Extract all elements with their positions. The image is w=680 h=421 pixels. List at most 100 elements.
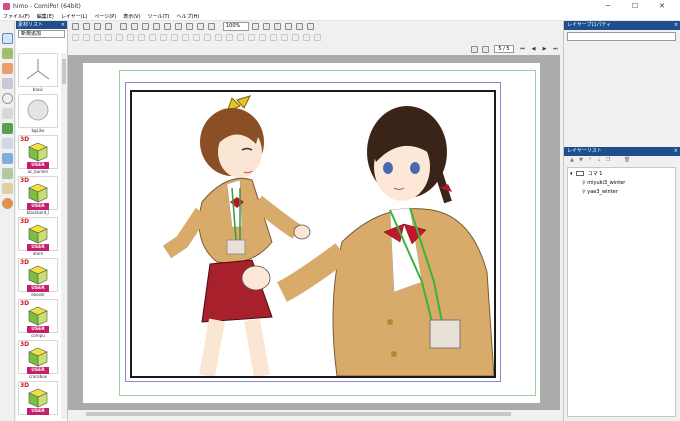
prev-page-button[interactable]: ◀	[530, 45, 537, 53]
material-thumbnail[interactable]: 3D USER	[18, 340, 58, 374]
save-icon[interactable]	[94, 23, 101, 30]
material-item[interactable]: 3D USER atem	[18, 217, 58, 257]
layer-bottom-icon[interactable]: ⇣	[596, 157, 602, 163]
material-item[interactable]: 3D USER crackbox	[18, 340, 58, 380]
align-middle-icon[interactable]	[182, 34, 189, 41]
open-folder-icon[interactable]	[83, 23, 90, 30]
sky-category-icon[interactable]	[2, 153, 13, 164]
layer-list-close-icon[interactable]: ×	[674, 147, 678, 156]
layer-down-icon[interactable]: ▼	[578, 157, 584, 163]
material-category-select[interactable]: 新規追加	[18, 30, 65, 38]
align-bottom-icon[interactable]	[193, 34, 200, 41]
material-thumbnail[interactable]	[18, 53, 58, 87]
align-left-icon[interactable]	[138, 34, 145, 41]
page-number-field[interactable]: 5 / 5	[494, 45, 514, 53]
material-panel-close-icon[interactable]: ×	[61, 21, 65, 29]
effect-category-icon[interactable]	[2, 138, 13, 149]
material-thumbnail[interactable]	[18, 94, 58, 128]
page-view-icon[interactable]	[471, 46, 478, 53]
frame-icon[interactable]	[296, 23, 303, 30]
scene-category-icon[interactable]	[2, 168, 13, 179]
cut-icon[interactable]	[131, 23, 138, 30]
page-scissors-icon[interactable]	[482, 46, 489, 53]
copy-icon[interactable]	[142, 23, 149, 30]
balloon-icon[interactable]	[292, 34, 299, 41]
menu-tools[interactable]: ツール(T)	[148, 13, 170, 20]
layer-row[interactable]: ♀ yae3_winter	[582, 188, 618, 196]
background-icon[interactable]	[2, 48, 13, 59]
material-scroll-thumb[interactable]	[62, 59, 66, 84]
layer-properties-close-icon[interactable]: ×	[674, 21, 678, 30]
character-miyuki[interactable]	[162, 95, 311, 376]
canvas-horizontal-scrollbar[interactable]	[68, 410, 560, 418]
canvas-scroll-thumb[interactable]	[86, 412, 511, 416]
layer-top-icon[interactable]: ⇡	[587, 157, 593, 163]
expand-icon[interactable]: ▾	[570, 171, 573, 177]
tree-category-icon[interactable]	[2, 123, 13, 134]
layer-delete-icon[interactable]: 🗑	[624, 157, 630, 163]
fit-page-icon[interactable]	[274, 23, 281, 30]
menu-edit[interactable]: 編集(E)	[37, 13, 54, 20]
rotate-icon[interactable]	[197, 23, 204, 30]
favorite-category-icon[interactable]	[2, 198, 13, 209]
last-page-button[interactable]: ⏭	[552, 45, 559, 53]
new-file-icon[interactable]	[72, 23, 79, 30]
paste-icon[interactable]	[153, 23, 160, 30]
layer-copy-icon[interactable]: ❐	[605, 157, 611, 163]
menu-page[interactable]: ページ(P)	[94, 13, 116, 20]
select-icon[interactable]	[72, 34, 79, 41]
print-icon[interactable]	[120, 23, 127, 30]
bring-front-icon[interactable]	[116, 34, 123, 41]
layer-up-icon[interactable]: ▲	[569, 157, 575, 163]
material-thumbnail[interactable]: 3D USER	[18, 381, 58, 415]
visibility-icon[interactable]	[226, 34, 233, 41]
title-bar[interactable]: himo - ComiPo! (64bit)	[0, 0, 680, 12]
image-icon[interactable]	[314, 34, 321, 41]
send-back-icon[interactable]	[127, 34, 134, 41]
menu-help[interactable]: ヘルプ(H)	[177, 13, 200, 20]
ungroup-icon[interactable]	[105, 34, 112, 41]
undo-icon[interactable]	[164, 23, 171, 30]
pose-icon[interactable]	[237, 34, 244, 41]
menu-view[interactable]: 表示(V)	[123, 13, 140, 20]
balloon-category-icon[interactable]	[2, 93, 13, 104]
zoom-in-icon[interactable]	[252, 23, 259, 30]
distribute-icon[interactable]	[204, 34, 211, 41]
item-category-icon[interactable]	[2, 183, 13, 194]
group-icon[interactable]	[94, 34, 101, 41]
align-center-icon[interactable]	[149, 34, 156, 41]
menu-layer[interactable]: レイヤー(L)	[61, 13, 88, 20]
align-right-icon[interactable]	[160, 34, 167, 41]
comic-page[interactable]	[83, 63, 540, 403]
character-yae[interactable]	[241, 106, 494, 376]
camera-icon[interactable]	[259, 34, 266, 41]
layer-properties-field[interactable]	[567, 32, 676, 41]
align-top-icon[interactable]	[171, 34, 178, 41]
character-icon[interactable]	[2, 63, 13, 74]
lock-icon[interactable]	[215, 34, 222, 41]
effect-icon[interactable]	[303, 34, 310, 41]
maximize-button[interactable]: ☐	[624, 0, 646, 12]
export-icon[interactable]	[105, 23, 112, 30]
minimize-button[interactable]: ─	[597, 0, 619, 12]
next-page-button[interactable]: ▶	[541, 45, 548, 53]
material-item[interactable]: 3D USER	[18, 381, 58, 419]
all-materials-icon[interactable]	[2, 33, 13, 44]
layer-row[interactable]: ♀ miyuki3_winter	[582, 179, 625, 187]
material-scrollbar[interactable]	[61, 53, 67, 419]
close-button[interactable]: ✕	[651, 0, 673, 12]
text-icon[interactable]	[281, 34, 288, 41]
material-thumbnail[interactable]: 3D USER	[18, 135, 58, 169]
material-thumbnail[interactable]: 3D USER	[18, 258, 58, 292]
redo-icon[interactable]	[175, 23, 182, 30]
layer-group-row[interactable]: ▾ コマ 1	[570, 170, 602, 178]
material-item[interactable]: 3D USER ac_banner	[18, 135, 58, 175]
light-icon[interactable]	[270, 34, 277, 41]
material-thumbnail[interactable]: 3D USER	[18, 176, 58, 210]
move-icon[interactable]	[83, 34, 90, 41]
material-item[interactable]: 3D USER compu	[18, 299, 58, 339]
settings-icon[interactable]	[307, 23, 314, 30]
material-item[interactable]: basic	[18, 53, 58, 93]
fit-width-icon[interactable]	[285, 23, 292, 30]
zoom-select[interactable]: 100%	[223, 22, 249, 31]
